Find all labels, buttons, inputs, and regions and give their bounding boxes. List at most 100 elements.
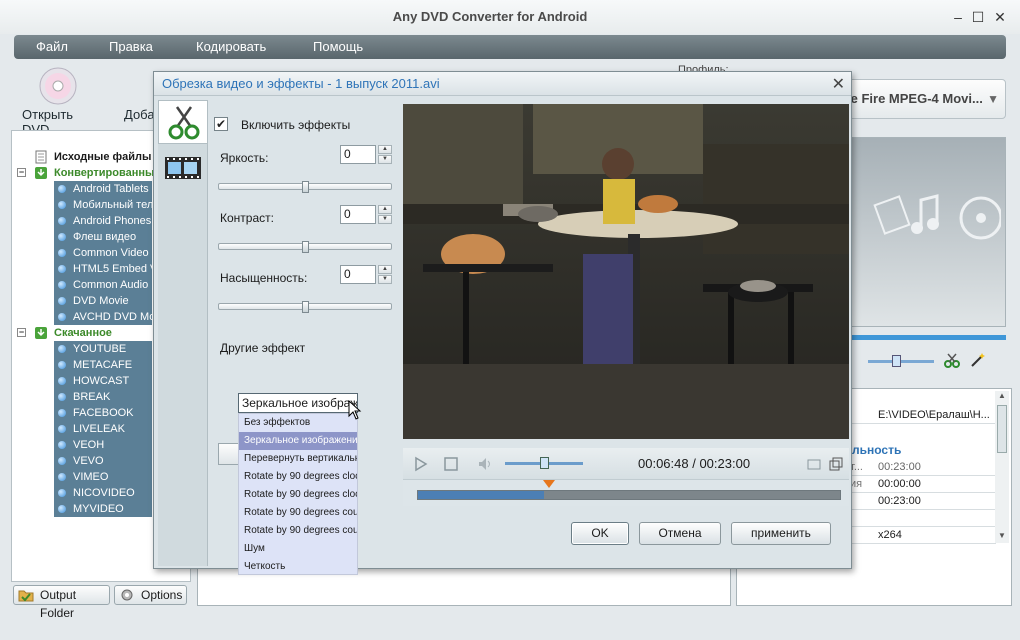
scroll-down-icon[interactable]: ▼ [995,531,1009,543]
property-value: x264 [878,529,902,541]
tree-item[interactable]: FACEBOOK [12,405,152,421]
preview-volume-thumb[interactable] [892,355,901,367]
effect-option[interactable]: Без эффектов [239,414,357,432]
effect-option[interactable]: Перевернуть вертикально [239,450,357,468]
effect-option[interactable]: Rotate by 90 degrees counterclockwise [239,522,357,540]
tree-item[interactable]: MYVIDEO [12,501,152,517]
ok-button[interactable]: OK [571,522,629,545]
output-folder-button[interactable]: Output Folder [13,585,110,620]
spin-up-icon[interactable]: ▲ [378,205,392,214]
tree-item[interactable]: Common Video Formats [12,245,190,261]
tab-effects[interactable] [158,146,207,190]
properties-scrollbar[interactable]: ▲ ▼ [995,391,1009,543]
fullscreen-icon[interactable] [829,457,843,471]
spin-up-icon[interactable]: ▲ [378,265,392,274]
saturation-spinner[interactable]: ▲ ▼ [378,265,392,284]
tree-item[interactable]: METACAFE [12,357,152,373]
tree-item[interactable]: Флеш видео [12,229,152,245]
tree-item[interactable]: Android Tablets [12,181,152,197]
effect-option[interactable]: Rotate by 90 degrees clockwise [239,486,357,504]
trim-timeline[interactable] [403,480,849,506]
effect-option[interactable]: Rotate by 90 degrees clockwise [239,468,357,486]
tree-item[interactable]: Common Audio Formats [12,277,190,293]
position-marker-icon[interactable] [543,480,555,488]
enable-effects-checkbox[interactable]: ✔ [214,117,228,131]
file-path-row: E:\VIDEO\Ералаш\Н... [850,407,996,424]
tree-item[interactable]: VIMEO [12,469,152,485]
dialog-title: Обрезка видео и эффекты - 1 выпуск 2011.… [162,76,440,91]
tree-item[interactable]: HOWCAST [12,373,152,389]
add-button[interactable]: Доба [120,64,155,126]
volume-icon[interactable] [477,456,495,472]
spin-down-icon[interactable]: ▼ [378,215,392,224]
contrast-spinner[interactable]: ▲ ▼ [378,205,392,224]
contrast-slider[interactable] [218,241,392,253]
play-icon[interactable] [413,456,429,472]
brightness-input[interactable]: 0 [340,145,376,164]
effect-option[interactable]: Rotate by 90 degrees counterclockwise [239,504,357,522]
effect-combo[interactable]: Зеркальное изображение [238,393,358,413]
apply-button[interactable]: применить [731,522,831,545]
collapse-icon[interactable]: − [17,168,26,177]
scroll-up-icon[interactable]: ▲ [995,391,1009,403]
bullet-icon [58,313,66,321]
tree-item[interactable]: NICOVIDEO [12,485,152,501]
partially-hidden-button[interactable] [218,443,238,465]
effect-option[interactable]: Шум [239,540,357,558]
snapshot-icon[interactable] [807,457,821,471]
scissors-icon[interactable] [944,352,960,368]
player-volume-slider[interactable] [505,457,583,469]
scroll-thumb[interactable] [997,405,1007,453]
close-button[interactable]: ✕ [992,9,1008,25]
minimize-button[interactable]: – [950,9,966,25]
bullet-icon [58,233,66,241]
contrast-input[interactable]: 0 [340,205,376,224]
menu-edit[interactable]: Правка [109,39,153,54]
stop-icon[interactable] [443,456,459,472]
saturation-slider-thumb[interactable] [302,301,309,313]
trim-progress-fill [418,491,544,499]
menu-help[interactable]: Помощь [313,39,363,54]
menu-encode[interactable]: Кодировать [196,39,266,54]
dialog-close-button[interactable]: ✕ [832,74,845,94]
tree-item[interactable]: Мобильный телефон [12,197,181,213]
brightness-slider[interactable] [218,181,392,193]
spin-up-icon[interactable]: ▲ [378,145,392,154]
preview-volume-slider[interactable] [868,355,934,367]
tree-group-label: Скачанное [54,327,112,339]
tree-item[interactable]: Android Phones [12,213,152,229]
video-frame-image [403,104,849,439]
trim-track[interactable] [417,490,841,500]
saturation-slider[interactable] [218,301,392,313]
tree-item-label: Android Phones [73,215,152,227]
maximize-button[interactable]: ☐ [970,9,986,25]
tree-item[interactable]: BREAK [12,389,152,405]
tree-group-label: Конвертированные [54,167,161,179]
tree-item[interactable]: DVD Movie [12,293,152,309]
tab-trim[interactable] [158,100,207,144]
options-button[interactable]: Options [114,585,187,605]
tree-item-label: FACEBOOK [73,407,134,419]
collapse-icon[interactable]: − [17,328,26,337]
brightness-slider-thumb[interactable] [302,181,309,193]
magic-wand-icon[interactable] [970,352,986,368]
effect-option[interactable]: Зеркальное изображение [239,432,357,450]
tree-item[interactable]: HTML5 Embed Video [12,261,178,277]
tree-item[interactable]: AVCHD DVD Movie [12,309,169,325]
player-volume-thumb[interactable] [540,457,549,469]
menu-file[interactable]: Файл [36,39,68,54]
convert-icon [35,167,47,179]
tree-item[interactable]: VEVO [12,453,152,469]
saturation-input[interactable]: 0 [340,265,376,284]
spin-down-icon[interactable]: ▼ [378,155,392,164]
tree-item[interactable]: YOUTUBE [12,341,152,357]
cancel-button[interactable]: Отмена [639,522,721,545]
tree-item[interactable]: LIVELEAK [12,421,152,437]
open-dvd-button[interactable]: Открыть DVD [18,64,102,137]
tree-item[interactable]: VEOH [12,437,152,453]
contrast-slider-thumb[interactable] [302,241,309,253]
profile-select[interactable]: le Fire MPEG-4 Movi... ▼ [836,79,1006,119]
spin-down-icon[interactable]: ▼ [378,275,392,284]
brightness-spinner[interactable]: ▲ ▼ [378,145,392,164]
effect-option[interactable]: Четкость [239,558,357,574]
